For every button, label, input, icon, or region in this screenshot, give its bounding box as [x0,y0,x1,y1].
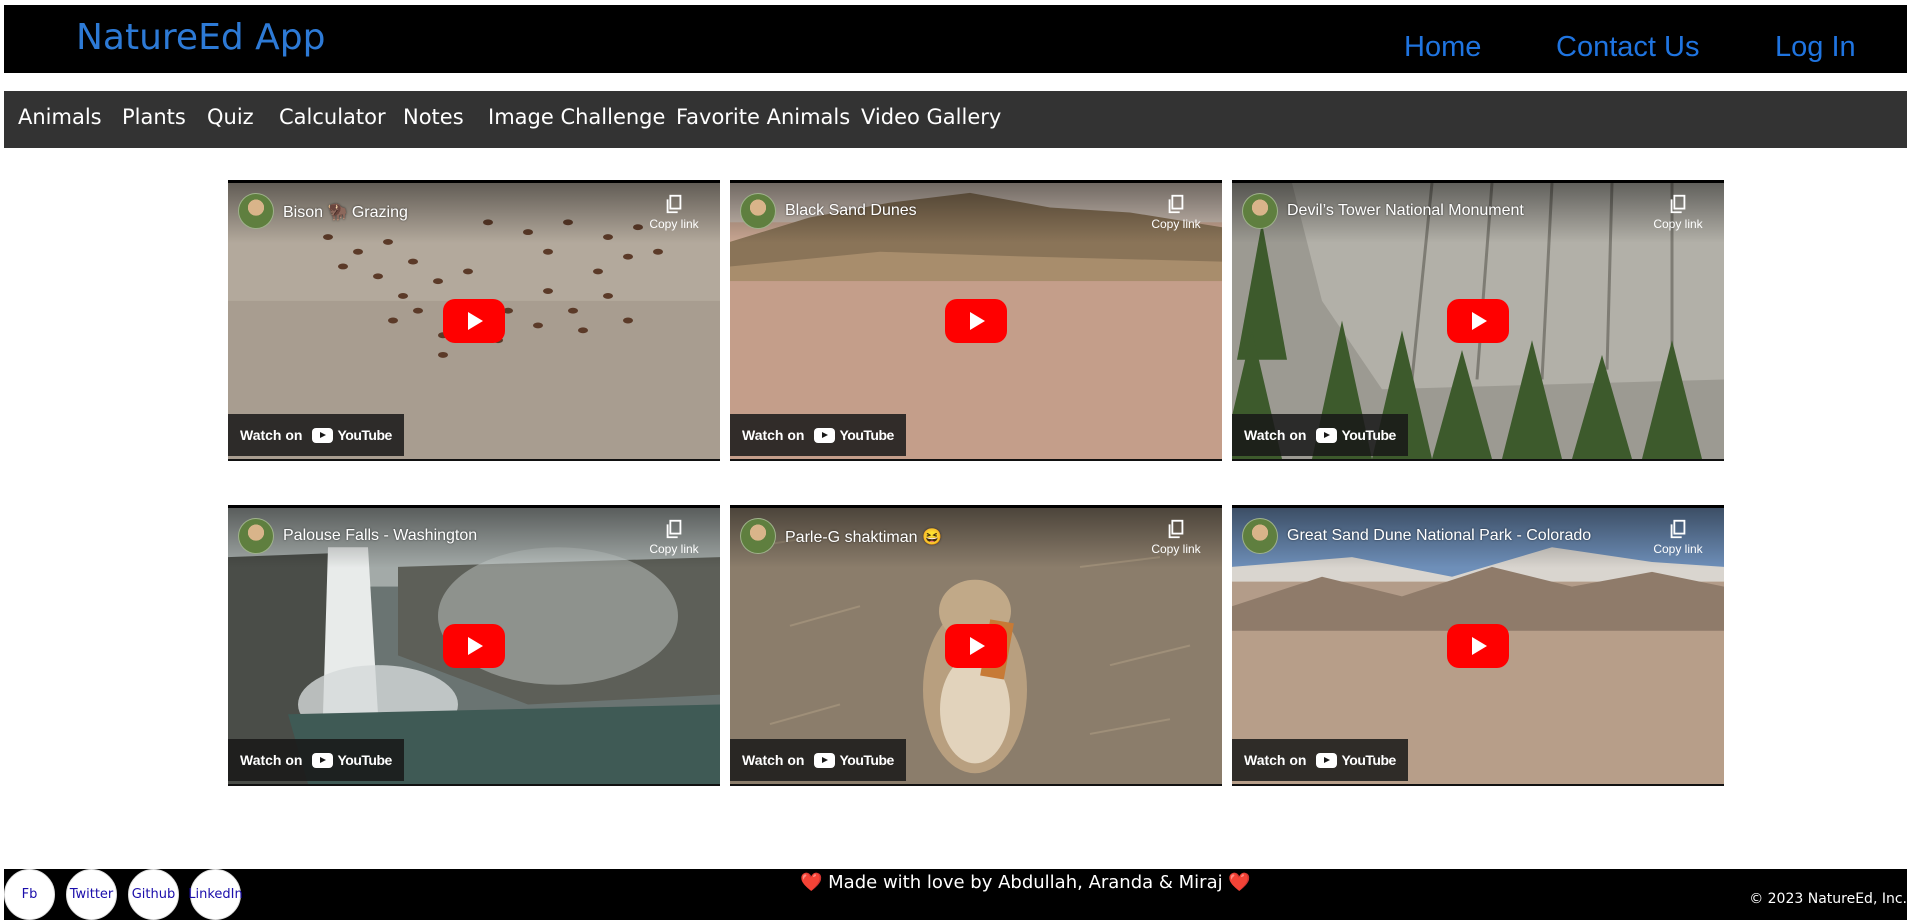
copy-link-button[interactable]: Copy link [1650,193,1706,231]
video-title[interactable]: Great Sand Dune National Park - Colorado [1287,527,1591,545]
play-button[interactable] [945,299,1007,343]
youtube-play-icon [312,752,334,768]
linkedin-link[interactable]: LinkedIn [188,869,243,920]
video-embed[interactable]: Black Sand Dunes Copy link Watch on YouT… [730,180,1222,461]
watch-on-label: Watch on [742,752,805,768]
nav-home-link[interactable]: Home [1404,31,1481,64]
youtube-play-icon [1316,752,1338,768]
app-brand[interactable]: NatureEd App [76,17,325,58]
watch-on-youtube-button[interactable]: Watch on YouTube [228,739,404,781]
menu-item-favorite-animals[interactable]: Favorite Animals [676,105,850,129]
twitter-link[interactable]: Twitter [66,869,117,920]
channel-avatar[interactable] [1242,193,1278,229]
youtube-logo: YouTube [312,752,392,768]
channel-avatar[interactable] [238,518,274,554]
heart-icon: ❤️ [800,872,823,893]
copy-icon [1670,194,1686,214]
copy-link-label: Copy link [1653,217,1703,231]
watch-on-youtube-button[interactable]: Watch on YouTube [1232,414,1408,456]
copy-icon [1168,194,1184,214]
made-with-love-text: ❤️ Made with love by Abdullah, Aranda & … [800,872,1251,893]
video-embed[interactable]: Great Sand Dune National Park - Colorado… [1232,505,1724,786]
video-title[interactable]: Black Sand Dunes [785,202,917,220]
watch-on-youtube-button[interactable]: Watch on YouTube [228,414,404,456]
youtube-wordmark: YouTube [839,752,894,768]
nav-contact-link[interactable]: Contact Us [1556,31,1699,64]
youtube-play-icon [312,427,334,443]
youtube-wordmark: YouTube [337,752,392,768]
nav-login-link[interactable]: Log In [1775,31,1856,64]
youtube-wordmark: YouTube [337,427,392,443]
copy-link-label: Copy link [649,542,699,556]
menu-item-plants[interactable]: Plants [122,105,186,129]
video-title[interactable]: Bison 🦬 Grazing [283,202,408,222]
play-button[interactable] [443,624,505,668]
menu-item-notes[interactable]: Notes [403,105,464,129]
youtube-wordmark: YouTube [1341,427,1396,443]
play-button[interactable] [1447,624,1509,668]
copy-link-label: Copy link [1151,542,1201,556]
copy-icon [1168,519,1184,539]
youtube-logo: YouTube [814,427,894,443]
play-button[interactable] [1447,299,1509,343]
main-menu: Animals Plants Quiz Calculator Notes Ima… [4,91,1907,148]
menu-item-quiz[interactable]: Quiz [207,105,254,129]
youtube-logo: YouTube [312,427,392,443]
youtube-play-icon [1316,427,1338,443]
watch-on-youtube-button[interactable]: Watch on YouTube [730,739,906,781]
watch-on-label: Watch on [742,427,805,443]
facebook-link[interactable]: Fb [4,869,55,920]
youtube-logo: YouTube [1316,752,1396,768]
youtube-logo: YouTube [814,752,894,768]
menu-item-calculator[interactable]: Calculator [279,105,386,129]
channel-avatar[interactable] [740,518,776,554]
copy-icon [1670,519,1686,539]
youtube-play-icon [814,752,836,768]
video-title[interactable]: Parle-G shaktiman 😆 [785,527,942,547]
channel-avatar[interactable] [740,193,776,229]
video-embed[interactable]: Devil’s Tower National Monument Copy lin… [1232,180,1724,461]
channel-avatar[interactable] [1242,518,1278,554]
video-title[interactable]: Devil’s Tower National Monument [1287,202,1524,220]
watch-on-label: Watch on [240,427,303,443]
youtube-wordmark: YouTube [1341,752,1396,768]
copy-link-button[interactable]: Copy link [646,518,702,556]
copy-icon [666,194,682,214]
watch-on-label: Watch on [240,752,303,768]
top-header: NatureEd App Home Contact Us Log In [4,5,1907,73]
watch-on-label: Watch on [1244,752,1307,768]
menu-item-video-gallery[interactable]: Video Gallery [861,105,1001,129]
copy-icon [666,519,682,539]
watch-on-label: Watch on [1244,427,1307,443]
made-by-label: Made with love by Abdullah, Aranda & Mir… [828,872,1223,893]
video-embed[interactable]: Palouse Falls - Washington Copy link Wat… [228,505,720,786]
play-button[interactable] [945,624,1007,668]
menu-item-animals[interactable]: Animals [18,105,102,129]
copy-link-button[interactable]: Copy link [1148,518,1204,556]
github-link[interactable]: Github [128,869,179,920]
copy-link-button[interactable]: Copy link [1650,518,1706,556]
channel-avatar[interactable] [238,193,274,229]
copy-link-button[interactable]: Copy link [1148,193,1204,231]
youtube-logo: YouTube [1316,427,1396,443]
video-embed[interactable]: Bison 🦬 Grazing Copy link Watch on YouTu… [228,180,720,461]
copy-link-button[interactable]: Copy link [646,193,702,231]
copy-link-label: Copy link [649,217,699,231]
heart-icon: ❤️ [1228,872,1251,893]
copy-link-label: Copy link [1653,542,1703,556]
copyright-text: © 2023 NatureEd, Inc. [1749,891,1907,907]
menu-item-image-challenge[interactable]: Image Challenge [488,105,665,129]
play-button[interactable] [443,299,505,343]
watch-on-youtube-button[interactable]: Watch on YouTube [730,414,906,456]
video-embed[interactable]: Parle-G shaktiman 😆 Copy link Watch on Y… [730,505,1222,786]
youtube-play-icon [814,427,836,443]
youtube-wordmark: YouTube [839,427,894,443]
video-title[interactable]: Palouse Falls - Washington [283,527,477,545]
watch-on-youtube-button[interactable]: Watch on YouTube [1232,739,1408,781]
copy-link-label: Copy link [1151,217,1201,231]
